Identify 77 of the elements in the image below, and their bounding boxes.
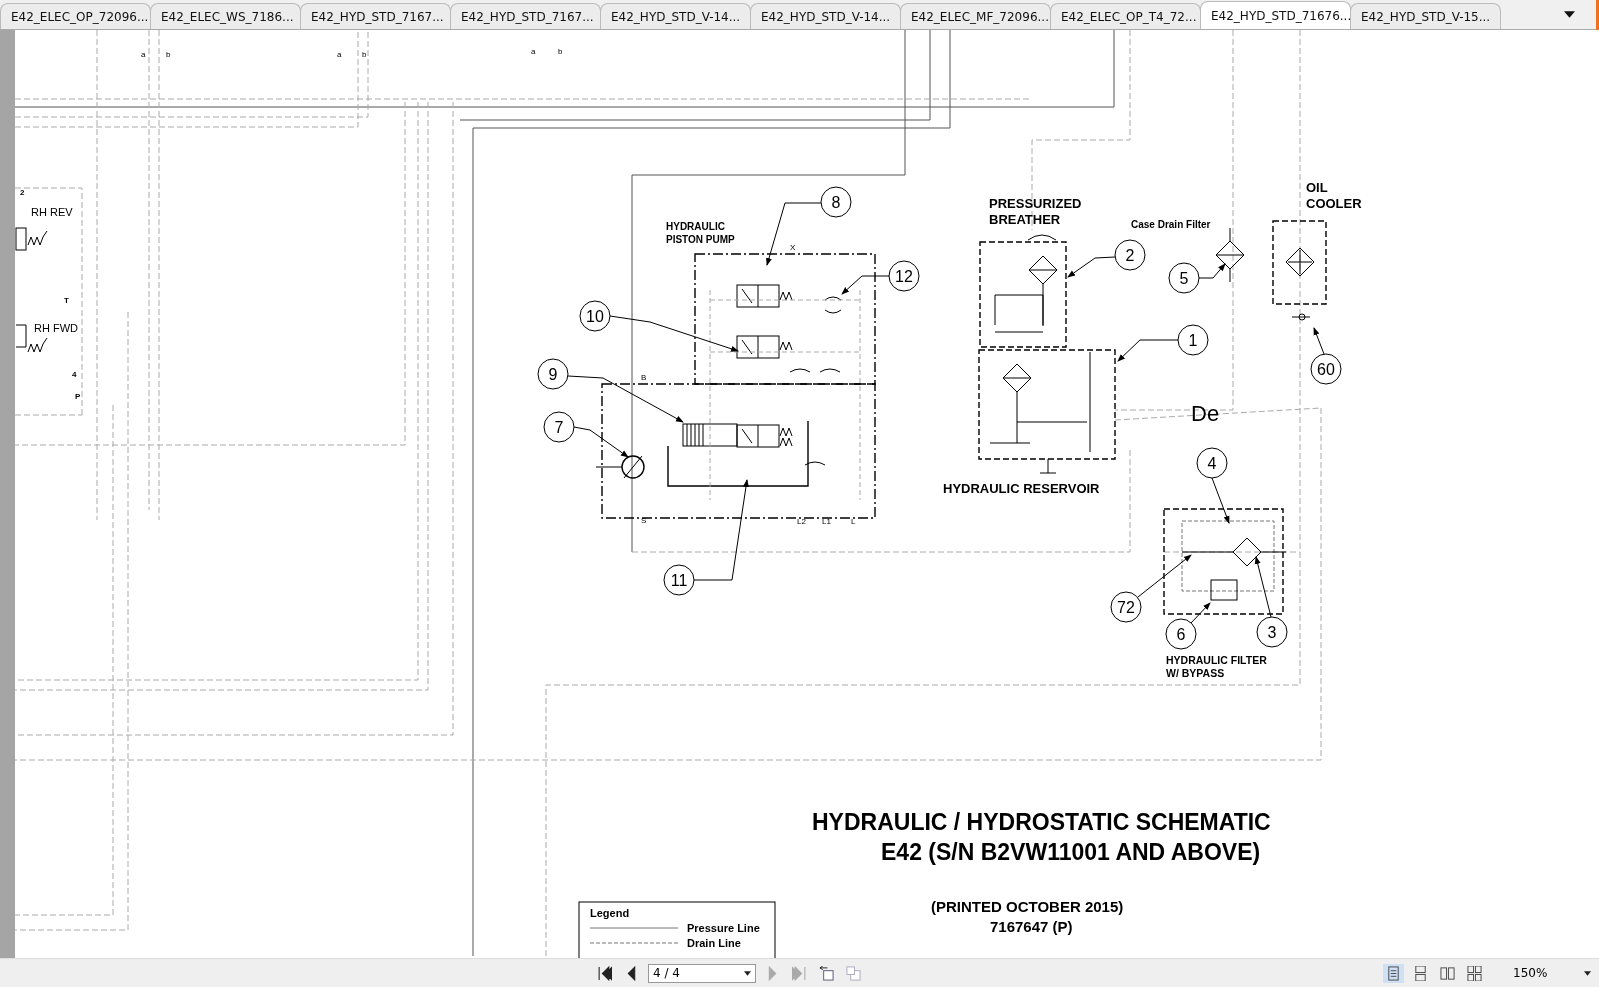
legend-title: Legend <box>590 907 630 919</box>
document-tab[interactable]: E42_HYD_STD_V-14... <box>600 3 751 29</box>
callout-balloon: 3 <box>1256 616 1288 648</box>
leader-arrow <box>841 275 890 295</box>
callout-balloon: 60 <box>1310 353 1342 385</box>
leader-arrow <box>1211 477 1230 524</box>
leader-arrow <box>766 202 822 266</box>
component-label: Case Drain Filter <box>1131 219 1211 230</box>
leader-arrow <box>1067 256 1116 278</box>
component-label: PRESSURIZED BREATHER <box>989 196 1082 228</box>
callout-balloon: 11 <box>663 564 695 596</box>
component-label: RH REV <box>31 206 73 218</box>
case-drain-filter-drawing <box>1215 227 1245 283</box>
port-label: P <box>75 392 81 401</box>
port-label: S <box>641 516 647 525</box>
caret-icon <box>744 970 751 976</box>
component-label: OIL COOLER <box>1306 180 1362 212</box>
document-tab[interactable]: E42_HYD_STD_7167... <box>450 3 601 29</box>
callout-balloon: 1 <box>1177 324 1209 356</box>
skip-back-icon <box>597 965 612 981</box>
port-label: B <box>641 373 647 382</box>
document-tab[interactable]: E42_ELEC_OP_72096... <box>0 3 151 29</box>
print-date: (PRINTED OCTOBER 2015) <box>931 898 1124 915</box>
port-label: b <box>362 50 367 59</box>
stray-text: De <box>1191 401 1220 426</box>
port-label: 2 <box>20 188 25 197</box>
callout-balloon: 4 <box>1196 447 1228 479</box>
document-tab[interactable]: E42_ELEC_OP_T4_72... <box>1050 3 1201 29</box>
port-label: b <box>166 50 171 59</box>
leader-arrow <box>1190 602 1211 624</box>
port-label: L1 <box>822 517 831 526</box>
component-label: RH FWD <box>34 322 78 334</box>
callout-balloon: 8 <box>820 186 852 218</box>
skip-forward-icon <box>792 965 807 981</box>
dropdown-caret-icon[interactable] <box>1564 11 1575 18</box>
leader-arrow <box>1137 554 1192 598</box>
single-view-button[interactable] <box>1383 963 1404 983</box>
leader-arrow <box>573 426 629 458</box>
document-tab[interactable]: E42_HYD_STD_V-14... <box>750 3 901 29</box>
callout-balloon: 72 <box>1110 591 1142 623</box>
port-label: a <box>141 50 146 59</box>
port-label: a <box>337 50 342 59</box>
page-number-field[interactable]: 4 / 4 <box>648 963 756 983</box>
callout-balloon: 7 <box>543 411 575 443</box>
callout-balloon: 2 <box>1114 239 1146 271</box>
component-label: HYDRAULIC RESERVOIR <box>943 481 1100 496</box>
leader-arrow <box>1198 263 1226 279</box>
facing-continuous-view-button[interactable] <box>1464 963 1485 983</box>
legend-entry: Drain Line <box>687 937 741 949</box>
callout-balloon: 6 <box>1165 618 1197 650</box>
caret-icon <box>1584 970 1591 976</box>
document-number: 7167647 (P) <box>990 918 1073 935</box>
zoom-level-dropdown[interactable]: 150% <box>1491 966 1591 980</box>
component-label: HYDRAULIC FILTER W/ BYPASS <box>1166 654 1267 680</box>
leader-arrow <box>1313 327 1325 355</box>
port-label: L <box>851 517 856 526</box>
port-label: T <box>64 296 69 305</box>
callout-balloon: 10 <box>579 300 611 332</box>
legend-entry: Pressure Line <box>687 922 760 934</box>
document-tab[interactable]: E42_HYD_STD_V-15... <box>1350 3 1501 29</box>
document-tab[interactable]: E42_ELEC_WS_7186... <box>150 3 301 29</box>
component-label: HYDRAULIC PISTON PUMP <box>666 221 735 245</box>
port-label: b <box>558 47 563 56</box>
port-label: a <box>531 47 536 56</box>
document-tab[interactable]: E42_HYD_STD_7167... <box>300 3 451 29</box>
schematic-title: HYDRAULIC / HYDROSTATIC SCHEMATIC <box>812 809 1271 835</box>
callout-balloon: 12 <box>888 260 920 292</box>
callout-balloon: 5 <box>1168 262 1200 294</box>
document-tab[interactable]: E42_HYD_STD_71676... <box>1200 1 1351 29</box>
port-label: 4 <box>72 370 77 379</box>
callout-balloon: 9 <box>537 358 569 390</box>
leader-arrow <box>1117 339 1179 362</box>
schematic-subtitle: E42 (S/N B2VW11001 AND ABOVE) <box>881 839 1261 865</box>
port-label: X <box>790 243 796 252</box>
port-label: L2 <box>797 517 806 526</box>
leader-arrow <box>1254 556 1272 618</box>
document-tab[interactable]: E42_ELEC_MF_72096... <box>900 3 1051 29</box>
